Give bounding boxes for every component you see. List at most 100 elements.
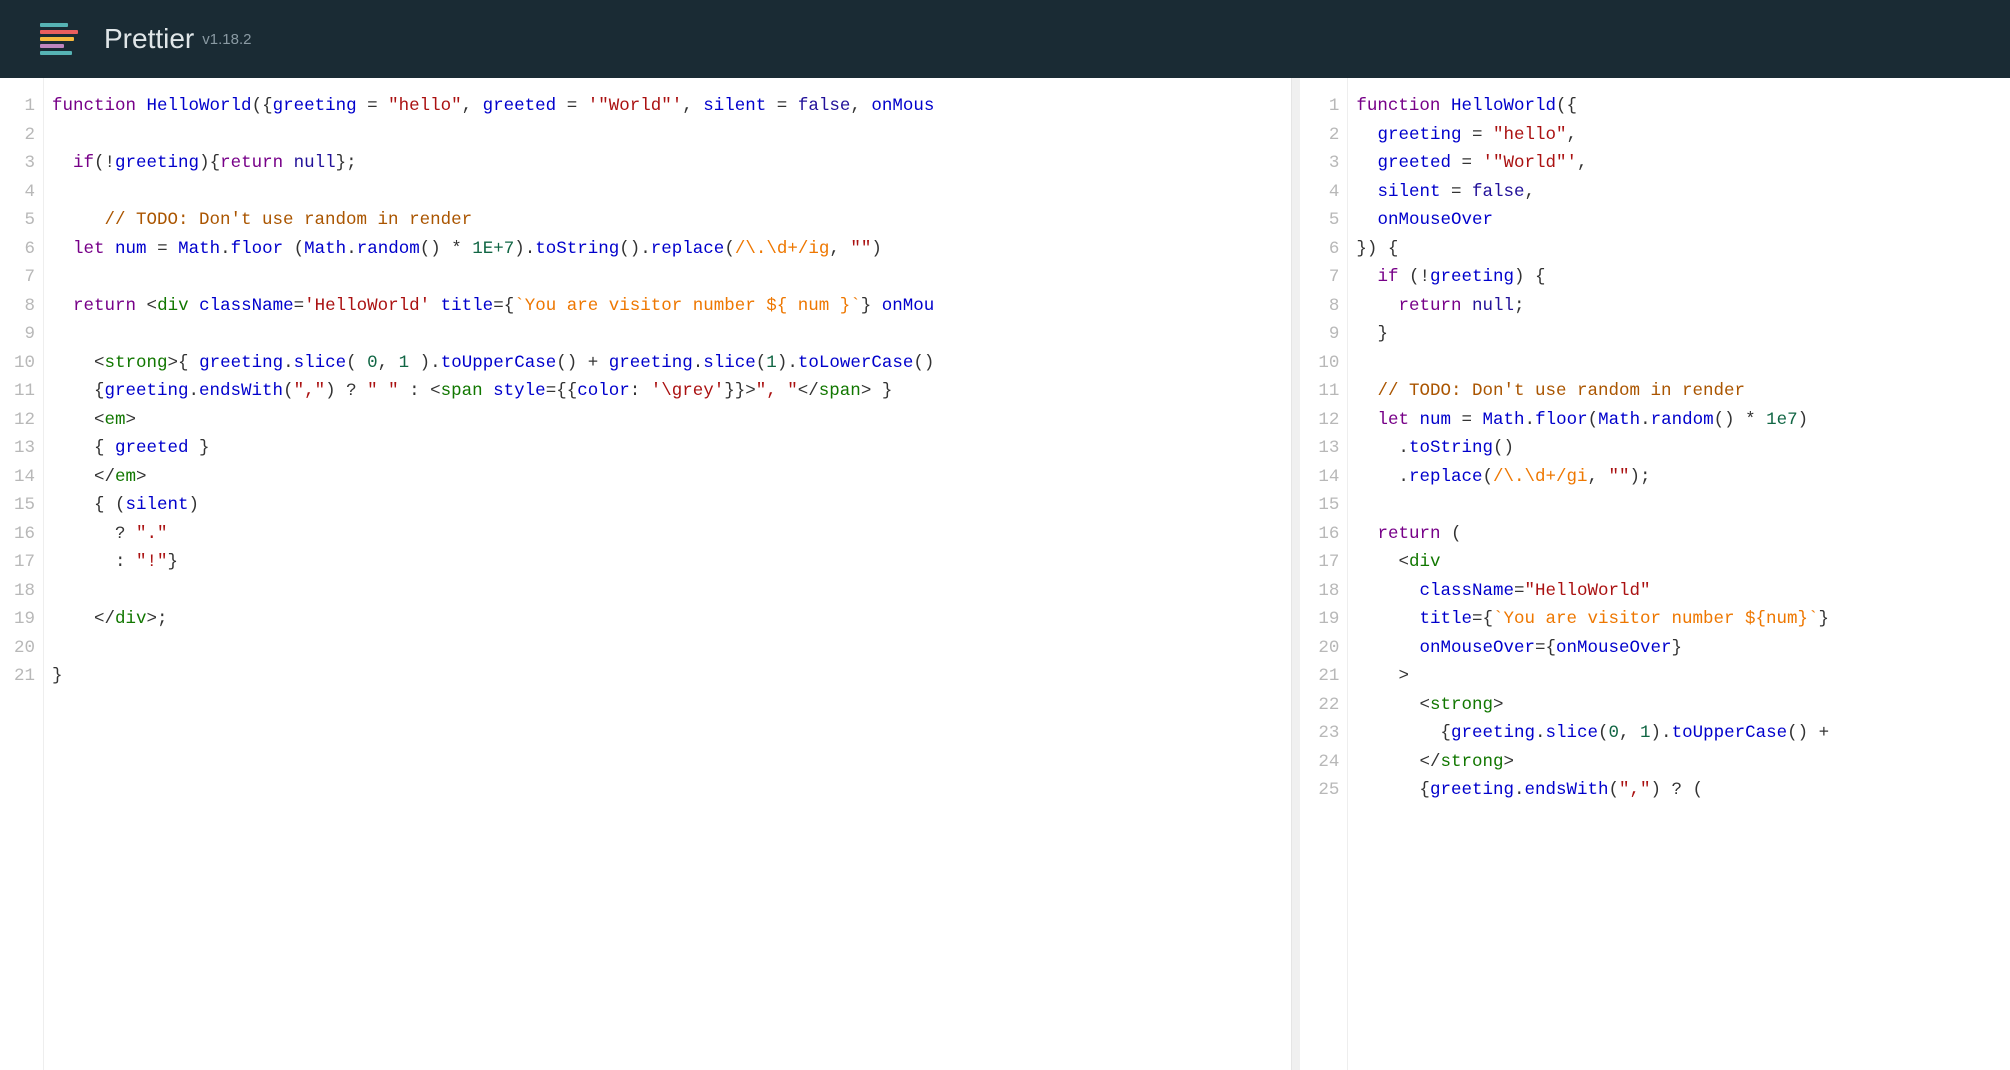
- code-line[interactable]: }) {: [1356, 235, 2002, 264]
- code-line[interactable]: [1356, 491, 2002, 520]
- code-line[interactable]: { (silent): [52, 491, 1283, 520]
- code-line[interactable]: title={`You are visitor number ${num}`}: [1356, 605, 2002, 634]
- code-line[interactable]: function HelloWorld({greeting = "hello",…: [52, 92, 1283, 121]
- code-line[interactable]: <div: [1356, 548, 2002, 577]
- line-number: 21: [4, 662, 35, 691]
- code-line[interactable]: <em>: [52, 406, 1283, 435]
- line-number: 1: [1304, 92, 1339, 121]
- code-line[interactable]: : "!"}: [52, 548, 1283, 577]
- line-number: 11: [1304, 377, 1339, 406]
- line-number: 15: [1304, 491, 1339, 520]
- code-line[interactable]: [52, 121, 1283, 150]
- line-gutter-left: 123456789101112131415161718192021: [0, 78, 44, 1070]
- line-number: 10: [1304, 349, 1339, 378]
- code-line[interactable]: </div>;: [52, 605, 1283, 634]
- code-line[interactable]: [1356, 349, 2002, 378]
- code-line[interactable]: [52, 263, 1283, 292]
- code-line[interactable]: // TODO: Don't use random in render: [52, 206, 1283, 235]
- code-line[interactable]: {greeting.slice(0, 1).toUpperCase() +: [1356, 719, 2002, 748]
- code-line[interactable]: </em>: [52, 463, 1283, 492]
- code-line[interactable]: [52, 178, 1283, 207]
- line-number: 11: [4, 377, 35, 406]
- line-number: 12: [4, 406, 35, 435]
- brand-name: Prettier: [104, 23, 194, 55]
- code-line[interactable]: className="HelloWorld": [1356, 577, 2002, 606]
- line-number: 4: [1304, 178, 1339, 207]
- code-line[interactable]: ? ".": [52, 520, 1283, 549]
- line-number: 6: [4, 235, 35, 264]
- version-label: v1.18.2: [202, 31, 251, 48]
- line-number: 12: [1304, 406, 1339, 435]
- code-area-left[interactable]: function HelloWorld({greeting = "hello",…: [44, 78, 1291, 1070]
- line-number: 19: [1304, 605, 1339, 634]
- line-number: 23: [1304, 719, 1339, 748]
- code-line[interactable]: </strong>: [1356, 748, 2002, 777]
- line-number: 21: [1304, 662, 1339, 691]
- code-line[interactable]: }: [1356, 320, 2002, 349]
- input-editor[interactable]: 123456789101112131415161718192021 functi…: [0, 78, 1292, 1070]
- app-root: Prettier v1.18.2 12345678910111213141516…: [0, 0, 2010, 1070]
- header-bar: Prettier v1.18.2: [0, 0, 2010, 78]
- line-number: 5: [1304, 206, 1339, 235]
- code-line[interactable]: <strong>: [1356, 691, 2002, 720]
- code-line[interactable]: {greeting.endsWith(",") ? (: [1356, 776, 2002, 805]
- line-number: 18: [1304, 577, 1339, 606]
- line-number: 3: [1304, 149, 1339, 178]
- pane-resize-handle[interactable]: [1292, 78, 1300, 1070]
- code-line[interactable]: greeted = '"World"',: [1356, 149, 2002, 178]
- prettier-logo-icon: [40, 19, 80, 59]
- line-number: 16: [4, 520, 35, 549]
- line-number: 20: [4, 634, 35, 663]
- line-number: 24: [1304, 748, 1339, 777]
- line-number: 4: [4, 178, 35, 207]
- line-number: 13: [1304, 434, 1339, 463]
- line-number: 15: [4, 491, 35, 520]
- line-number: 20: [1304, 634, 1339, 663]
- code-line[interactable]: if (!greeting) {: [1356, 263, 2002, 292]
- code-line[interactable]: greeting = "hello",: [1356, 121, 2002, 150]
- code-line[interactable]: >: [1356, 662, 2002, 691]
- line-number: 10: [4, 349, 35, 378]
- code-line[interactable]: silent = false,: [1356, 178, 2002, 207]
- line-number: 9: [4, 320, 35, 349]
- code-line[interactable]: // TODO: Don't use random in render: [1356, 377, 2002, 406]
- code-line[interactable]: let num = Math.floor (Math.random() * 1E…: [52, 235, 1283, 264]
- code-line[interactable]: let num = Math.floor(Math.random() * 1e7…: [1356, 406, 2002, 435]
- line-number: 25: [1304, 776, 1339, 805]
- code-line[interactable]: {greeting.endsWith(",") ? " " : <span st…: [52, 377, 1283, 406]
- line-number: 17: [1304, 548, 1339, 577]
- code-line[interactable]: { greeted }: [52, 434, 1283, 463]
- line-number: 7: [4, 263, 35, 292]
- code-area-right[interactable]: function HelloWorld({ greeting = "hello"…: [1348, 78, 2010, 1070]
- code-line[interactable]: [52, 634, 1283, 663]
- line-number: 13: [4, 434, 35, 463]
- line-number: 14: [4, 463, 35, 492]
- code-line[interactable]: <strong>{ greeting.slice( 0, 1 ).toUpper…: [52, 349, 1283, 378]
- line-number: 1: [4, 92, 35, 121]
- code-line[interactable]: if(!greeting){return null};: [52, 149, 1283, 178]
- line-number: 17: [4, 548, 35, 577]
- code-line[interactable]: return <div className='HelloWorld' title…: [52, 292, 1283, 321]
- code-line[interactable]: onMouseOver={onMouseOver}: [1356, 634, 2002, 663]
- code-line[interactable]: .replace(/\.\d+/gi, "");: [1356, 463, 2002, 492]
- code-line[interactable]: .toString(): [1356, 434, 2002, 463]
- line-number: 6: [1304, 235, 1339, 264]
- code-line[interactable]: function HelloWorld({: [1356, 92, 2002, 121]
- code-line[interactable]: [52, 577, 1283, 606]
- editor-split: 123456789101112131415161718192021 functi…: [0, 78, 2010, 1070]
- line-gutter-right: 1234567891011121314151617181920212223242…: [1300, 78, 1348, 1070]
- line-number: 8: [1304, 292, 1339, 321]
- code-line[interactable]: return null;: [1356, 292, 2002, 321]
- line-number: 8: [4, 292, 35, 321]
- line-number: 14: [1304, 463, 1339, 492]
- code-line[interactable]: return (: [1356, 520, 2002, 549]
- line-number: 22: [1304, 691, 1339, 720]
- code-line[interactable]: [52, 320, 1283, 349]
- code-line[interactable]: onMouseOver: [1356, 206, 2002, 235]
- line-number: 2: [4, 121, 35, 150]
- line-number: 9: [1304, 320, 1339, 349]
- line-number: 7: [1304, 263, 1339, 292]
- line-number: 19: [4, 605, 35, 634]
- output-editor[interactable]: 1234567891011121314151617181920212223242…: [1300, 78, 2010, 1070]
- code-line[interactable]: }: [52, 662, 1283, 691]
